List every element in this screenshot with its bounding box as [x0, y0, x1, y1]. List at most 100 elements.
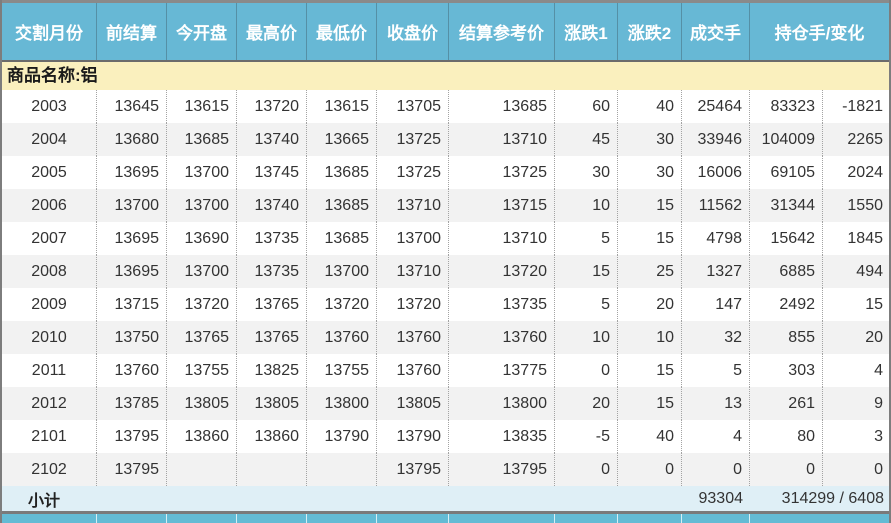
cell-delivery-month: 2008: [2, 255, 97, 288]
cell-high: 13735: [237, 255, 307, 288]
cell-volume: 147: [682, 288, 750, 321]
cell-delivery-month: 2011: [2, 354, 97, 387]
cell-prev-settlement: 13785: [97, 387, 167, 420]
cell-close: 13760: [377, 321, 449, 354]
cell-change1: 0: [555, 354, 618, 387]
cell-change2: 40: [618, 90, 682, 123]
cell-settlement-ref: 13720: [449, 255, 555, 288]
cell-open: 13700: [167, 156, 237, 189]
table-row[interactable]: 2010 13750 13765 13765 13760 13760 13760…: [2, 321, 889, 354]
cell-high: 13765: [237, 288, 307, 321]
cell-volume: 4798: [682, 222, 750, 255]
table-row[interactable]: 2007 13695 13690 13735 13685 13700 13710…: [2, 222, 889, 255]
cell-prev-settlement: 13795: [97, 453, 167, 486]
subtotal-row: 小计 93304 314299 / 6408: [2, 486, 889, 511]
table-row[interactable]: 2011 13760 13755 13825 13755 13760 13775…: [2, 354, 889, 387]
cell-high: 13740: [237, 189, 307, 222]
cell-open-interest: 261: [750, 387, 823, 420]
cell-settlement-ref: 13775: [449, 354, 555, 387]
cell-high: 13735: [237, 222, 307, 255]
cell-change1: 5: [555, 288, 618, 321]
cell-delivery-month: 2004: [2, 123, 97, 156]
cell-oi-change: 4: [874, 361, 883, 379]
cell-delivery-month: 2010: [2, 321, 97, 354]
cell-prev-settlement: 13645: [97, 90, 167, 123]
column-header-high: 最高价: [237, 3, 307, 60]
cell-volume: 0: [682, 453, 750, 486]
cell-prev-settlement: 13695: [97, 255, 167, 288]
cell-high: 13745: [237, 156, 307, 189]
cell-close: 13720: [377, 288, 449, 321]
table-row[interactable]: 2008 13695 13700 13735 13700 13710 13720…: [2, 255, 889, 288]
column-header-change1: 涨跌1: [555, 3, 618, 60]
cell-delivery-month: 2101: [2, 420, 97, 453]
cell-low: 13685: [307, 156, 377, 189]
table-row[interactable]: 2101 13795 13860 13860 13790 13790 13835…: [2, 420, 889, 453]
cell-volume: 5: [682, 354, 750, 387]
cell-open-interest: 0: [750, 453, 823, 486]
cell-open: 13860: [167, 420, 237, 453]
cell-low: 13685: [307, 189, 377, 222]
cell-oi-change: 2024: [847, 163, 883, 181]
cell-open: 13755: [167, 354, 237, 387]
cell-settlement-ref: 13725: [449, 156, 555, 189]
cell-close: 13805: [377, 387, 449, 420]
cell-prev-settlement: 13750: [97, 321, 167, 354]
table-row[interactable]: 2012 13785 13805 13805 13800 13805 13800…: [2, 387, 889, 420]
cell-low: 13700: [307, 255, 377, 288]
cell-low: 13720: [307, 288, 377, 321]
cell-open-interest: 83323: [750, 90, 823, 123]
cell-high: 13805: [237, 387, 307, 420]
cell-settlement-ref: 13835: [449, 420, 555, 453]
cell-close: 13725: [377, 123, 449, 156]
cell-low: 13760: [307, 321, 377, 354]
cell-low: 13685: [307, 222, 377, 255]
column-header-settlement-ref: 结算参考价: [449, 3, 555, 60]
cell-open-interest: 31344: [750, 189, 823, 222]
cell-change2: 30: [618, 156, 682, 189]
cell-volume: 1327: [682, 255, 750, 288]
cell-open-interest: 855: [750, 321, 823, 354]
table-row[interactable]: 2006 13700 13700 13740 13685 13710 13715…: [2, 189, 889, 222]
cell-low: 13755: [307, 354, 377, 387]
cell-oi-change: 1845: [847, 229, 883, 247]
cell-volume: 16006: [682, 156, 750, 189]
cell-oi-change: 3: [874, 427, 883, 445]
cell-delivery-month: 2003: [2, 90, 97, 123]
cell-change2: 25: [618, 255, 682, 288]
column-header-change2: 涨跌2: [618, 3, 682, 60]
cell-oi-change: -1821: [842, 97, 883, 115]
cell-prev-settlement: 13695: [97, 156, 167, 189]
subtotal-volume: 93304: [698, 489, 744, 507]
cell-oi-change: 15: [865, 295, 883, 313]
cell-low: 13790: [307, 420, 377, 453]
cell-close: 13795: [377, 453, 449, 486]
table-header-row: 交割月份 前结算 今开盘 最高价 最低价 收盘价 结算参考价 涨跌1 涨跌2 成…: [2, 3, 889, 60]
table-row[interactable]: 2009 13715 13720 13765 13720 13720 13735…: [2, 288, 889, 321]
table-row[interactable]: 2004 13680 13685 13740 13665 13725 13710…: [2, 123, 889, 156]
table-row[interactable]: 2003 13645 13615 13720 13615 13705 13685…: [2, 90, 889, 123]
cell-change1: 0: [555, 453, 618, 486]
cell-low: [307, 453, 377, 486]
cell-high: 13720: [237, 90, 307, 123]
cell-open: 13685: [167, 123, 237, 156]
column-header-delivery-month: 交割月份: [2, 3, 97, 60]
table-row[interactable]: 2005 13695 13700 13745 13685 13725 13725…: [2, 156, 889, 189]
column-header-low: 最低价: [307, 3, 377, 60]
cell-oi-change: 20: [865, 328, 883, 346]
subtotal-open-interest-change: 314299 / 6408: [781, 489, 884, 507]
cell-settlement-ref: 13685: [449, 90, 555, 123]
cell-change2: 0: [618, 453, 682, 486]
cell-change1: -5: [555, 420, 618, 453]
cell-low: 13665: [307, 123, 377, 156]
cell-open-interest: 80: [750, 420, 823, 453]
cell-high: 13860: [237, 420, 307, 453]
cell-close: 13710: [377, 189, 449, 222]
cell-change1: 20: [555, 387, 618, 420]
cell-open: 13700: [167, 255, 237, 288]
futures-quote-table: 交割月份 前结算 今开盘 最高价 最低价 收盘价 结算参考价 涨跌1 涨跌2 成…: [0, 0, 891, 523]
table-row[interactable]: 2102 13795 13795 13795 0 0 0 0 0: [2, 453, 889, 486]
table-body: 2003 13645 13615 13720 13615 13705 13685…: [2, 90, 889, 486]
cell-delivery-month: 2007: [2, 222, 97, 255]
cell-delivery-month: 2102: [2, 453, 97, 486]
